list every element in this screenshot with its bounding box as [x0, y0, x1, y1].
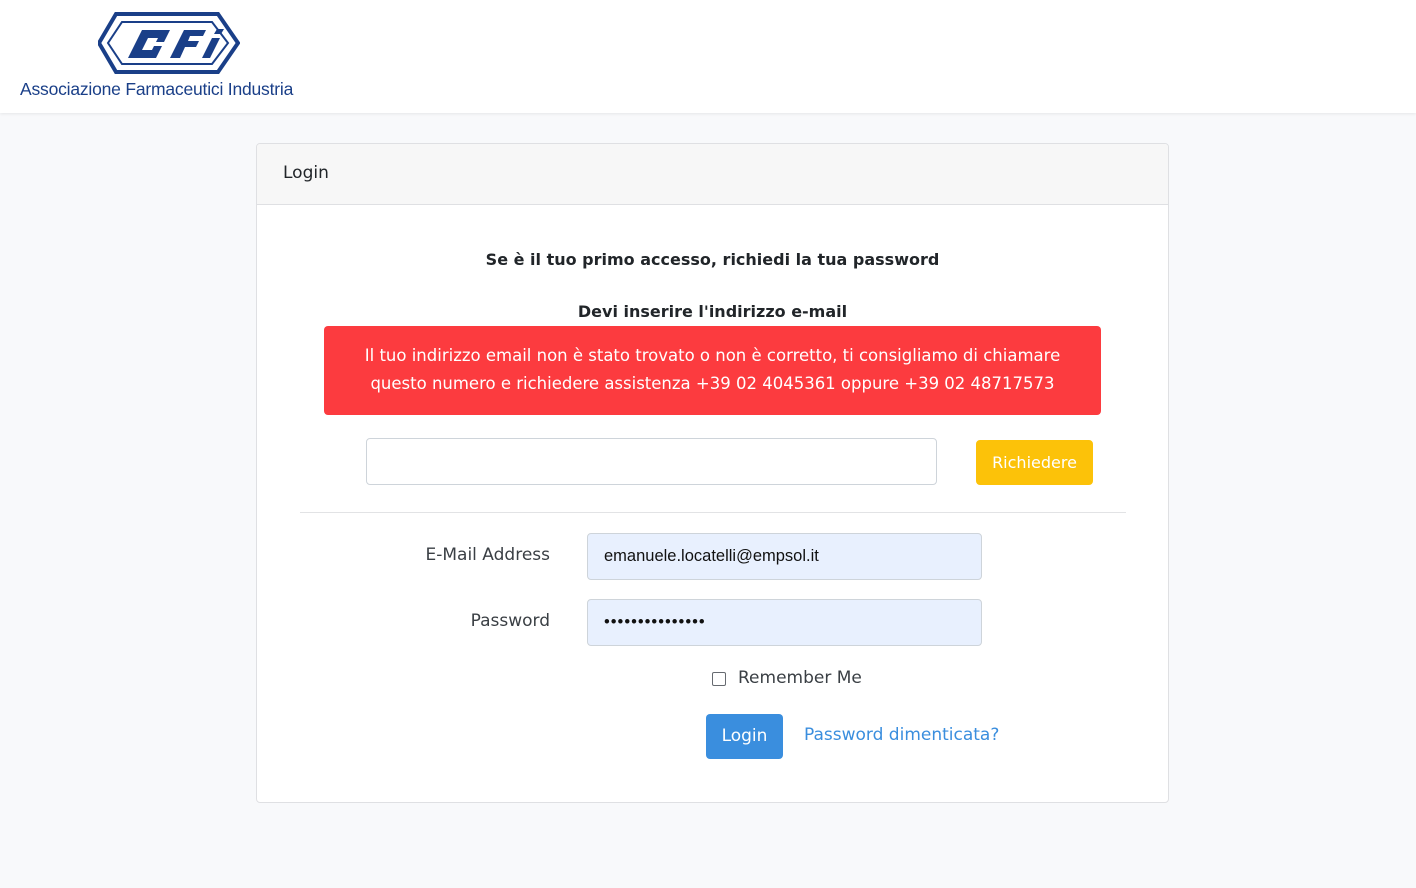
card-header-title: Login [283, 163, 329, 183]
remember-me-label[interactable]: Remember Me [738, 668, 862, 688]
login-card: Login Se è il tuo primo accesso, richied… [256, 143, 1169, 803]
password-label: Password [470, 611, 550, 631]
first-access-text: Se è il tuo primo accesso, richiedi la t… [485, 250, 940, 269]
card-header: Login [257, 144, 1168, 205]
request-email-input[interactable] [366, 438, 937, 485]
brand-logo[interactable]: Associazione Farmaceutici Industria [20, 12, 320, 104]
remember-me-checkbox[interactable] [712, 672, 726, 686]
request-password-button[interactable]: Richiedere [976, 440, 1093, 485]
login-button[interactable]: Login [706, 714, 783, 759]
top-navbar: Associazione Farmaceutici Industria [0, 0, 1416, 113]
section-divider [300, 512, 1126, 513]
brand-name: Associazione Farmaceutici Industria [20, 79, 294, 99]
afi-logo-icon [98, 12, 240, 74]
forgot-password-link[interactable]: Password dimenticata? [804, 725, 999, 745]
email-label: E-Mail Address [425, 545, 550, 565]
password-field[interactable]: ••••••••••••••• [587, 599, 982, 646]
email-field[interactable]: emanuele.locatelli@empsol.it [587, 533, 982, 580]
must-enter-email-text: Devi inserire l'indirizzo e-mail [577, 302, 848, 321]
error-alert: Il tuo indirizzo email non è stato trova… [324, 326, 1101, 415]
